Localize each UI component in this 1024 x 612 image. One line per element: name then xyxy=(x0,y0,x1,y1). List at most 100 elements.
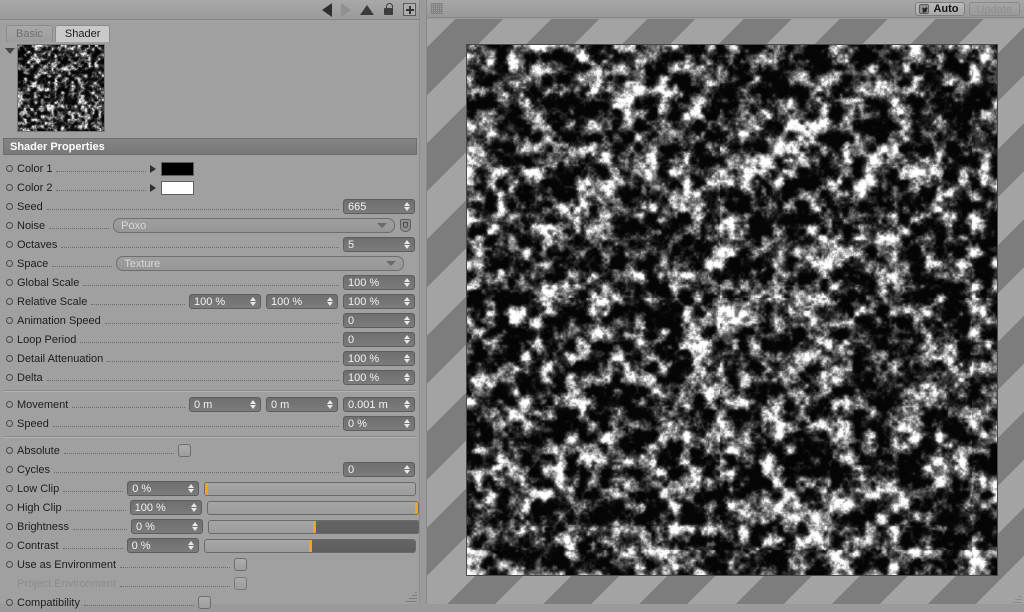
number-input-delta[interactable]: 100 % xyxy=(343,370,415,385)
number-input-low-clip[interactable]: 0 % xyxy=(127,481,199,496)
noise-texture-large xyxy=(467,45,997,575)
animation-track-dot-brightness[interactable] xyxy=(6,523,13,530)
animation-track-dot-use-as-environment[interactable] xyxy=(6,561,13,568)
number-input-cycles[interactable]: 0 xyxy=(343,462,415,477)
chevron-down-icon[interactable] xyxy=(386,261,396,266)
resize-grip[interactable] xyxy=(406,591,417,602)
animation-track-dot-octaves[interactable] xyxy=(6,241,13,248)
update-button[interactable]: Update xyxy=(969,2,1020,16)
stepper-arrows-icon[interactable] xyxy=(403,314,412,327)
back-button[interactable] xyxy=(322,3,332,17)
stepper-arrows-icon[interactable] xyxy=(403,398,412,411)
animation-track-dot-absolute[interactable] xyxy=(6,447,13,454)
triangle-right-icon[interactable] xyxy=(150,184,156,192)
auto-checkbox[interactable]: Auto xyxy=(915,2,964,16)
animation-track-dot-movement[interactable] xyxy=(6,401,13,408)
number-input-movement-3[interactable]: 0.001 m xyxy=(343,397,415,412)
number-input-animation-speed[interactable]: 0 xyxy=(343,313,415,328)
slider-contrast[interactable] xyxy=(204,539,416,553)
slider-low-clip[interactable] xyxy=(204,482,416,496)
shield-icon[interactable] xyxy=(400,219,411,232)
tab-basic[interactable]: Basic xyxy=(6,25,53,42)
drag-dots-icon[interactable] xyxy=(431,3,443,14)
stepper-arrows-icon[interactable] xyxy=(403,333,412,346)
stepper-arrows-icon[interactable] xyxy=(187,539,196,552)
stepper-arrows-icon[interactable] xyxy=(249,398,258,411)
animation-track-dot-seed[interactable] xyxy=(6,203,13,210)
stepper-arrows-icon[interactable] xyxy=(326,398,335,411)
animation-track-dot-space[interactable] xyxy=(6,260,13,267)
animation-track-dot-speed[interactable] xyxy=(6,420,13,427)
animation-track-dot-detail-attenuation[interactable] xyxy=(6,355,13,362)
animation-track-dot-color-2[interactable] xyxy=(6,184,13,191)
leader-dots xyxy=(83,277,339,286)
animation-track-dot-cycles[interactable] xyxy=(6,466,13,473)
animation-track-dot-compatibility[interactable] xyxy=(6,599,13,606)
triangle-down-icon[interactable] xyxy=(5,48,15,54)
stepper-arrows-icon[interactable] xyxy=(403,200,412,213)
animation-track-dot-delta[interactable] xyxy=(6,374,13,381)
stepper-arrows-icon[interactable] xyxy=(403,463,412,476)
number-input-high-clip[interactable]: 100 % xyxy=(130,500,202,515)
viewport-resize-grip[interactable] xyxy=(1012,593,1022,603)
lock-button[interactable] xyxy=(383,3,394,16)
number-input-brightness[interactable]: 0 % xyxy=(131,519,203,534)
slider-knob[interactable] xyxy=(309,540,312,552)
animation-track-dot-high-clip[interactable] xyxy=(6,504,13,511)
animation-track-dot-noise[interactable] xyxy=(6,222,13,229)
slider-knob[interactable] xyxy=(313,521,316,533)
number-input-relative-scale-1[interactable]: 100 % xyxy=(189,294,261,309)
number-input-detail-attenuation[interactable]: 100 % xyxy=(343,351,415,366)
animation-track-dot-global-scale[interactable] xyxy=(6,279,13,286)
number-input-seed[interactable]: 665 xyxy=(343,199,415,214)
stepper-arrows-icon[interactable] xyxy=(191,520,200,533)
slider-knob[interactable] xyxy=(205,483,208,495)
number-input-relative-scale-2[interactable]: 100 % xyxy=(266,294,338,309)
number-input-movement-2[interactable]: 0 m xyxy=(266,397,338,412)
stepper-arrows-icon[interactable] xyxy=(403,371,412,384)
add-view-button[interactable] xyxy=(403,3,416,16)
stepper-arrows-icon[interactable] xyxy=(190,501,199,514)
forward-button[interactable] xyxy=(341,3,351,17)
slider-knob[interactable] xyxy=(415,502,418,514)
slider-brightness[interactable] xyxy=(208,520,420,534)
animation-track-dot-low-clip[interactable] xyxy=(6,485,13,492)
dropdown-noise[interactable]: Poxo xyxy=(113,218,395,233)
slider-high-clip[interactable] xyxy=(207,501,419,515)
stepper-arrows-icon[interactable] xyxy=(403,276,412,289)
animation-track-dot-color-1[interactable] xyxy=(6,165,13,172)
number-input-movement-1[interactable]: 0 m xyxy=(189,397,261,412)
color-swatch-color-1[interactable] xyxy=(161,162,194,176)
checkbox-absolute[interactable] xyxy=(178,444,191,457)
stepper-arrows-icon[interactable] xyxy=(249,295,258,308)
stepper-arrows-icon[interactable] xyxy=(403,352,412,365)
checkbox-compatibility[interactable] xyxy=(198,596,211,609)
shader-preview-thumbnail[interactable] xyxy=(17,44,105,132)
dropdown-space[interactable]: Texture xyxy=(116,256,404,271)
color-swatch-color-2[interactable] xyxy=(161,181,194,195)
chevron-down-icon[interactable] xyxy=(377,223,387,228)
preview-viewport[interactable] xyxy=(427,19,1024,604)
triangle-right-icon[interactable] xyxy=(150,165,156,173)
up-level-button[interactable] xyxy=(360,5,374,15)
animation-track-dot-loop-period[interactable] xyxy=(6,336,13,343)
animation-track-dot-animation-speed[interactable] xyxy=(6,317,13,324)
tab-shader[interactable]: Shader xyxy=(55,25,110,42)
property-label-cycles: Cycles xyxy=(17,464,50,476)
stepper-arrows-icon[interactable] xyxy=(403,295,412,308)
number-input-contrast[interactable]: 0 % xyxy=(127,538,199,553)
number-input-speed[interactable]: 0 % xyxy=(343,416,415,431)
stepper-arrows-icon[interactable] xyxy=(187,482,196,495)
stepper-arrows-icon[interactable] xyxy=(326,295,335,308)
number-input-global-scale[interactable]: 100 % xyxy=(343,275,415,290)
shader-properties-list: Color 1 Color 2 Seed 665 Noise Poxo Octaves 5 Sp… xyxy=(0,155,420,612)
animation-track-dot-relative-scale[interactable] xyxy=(6,298,13,305)
checkbox-use-as-environment[interactable] xyxy=(234,558,247,571)
animation-track-dot-contrast[interactable] xyxy=(6,542,13,549)
number-input-relative-scale-3[interactable]: 100 % xyxy=(343,294,415,309)
stepper-arrows-icon[interactable] xyxy=(403,238,412,251)
number-input-octaves[interactable]: 5 xyxy=(343,237,415,252)
number-input-loop-period[interactable]: 0 xyxy=(343,332,415,347)
stepper-arrows-icon[interactable] xyxy=(403,417,412,430)
shader-render-preview[interactable] xyxy=(467,45,997,575)
